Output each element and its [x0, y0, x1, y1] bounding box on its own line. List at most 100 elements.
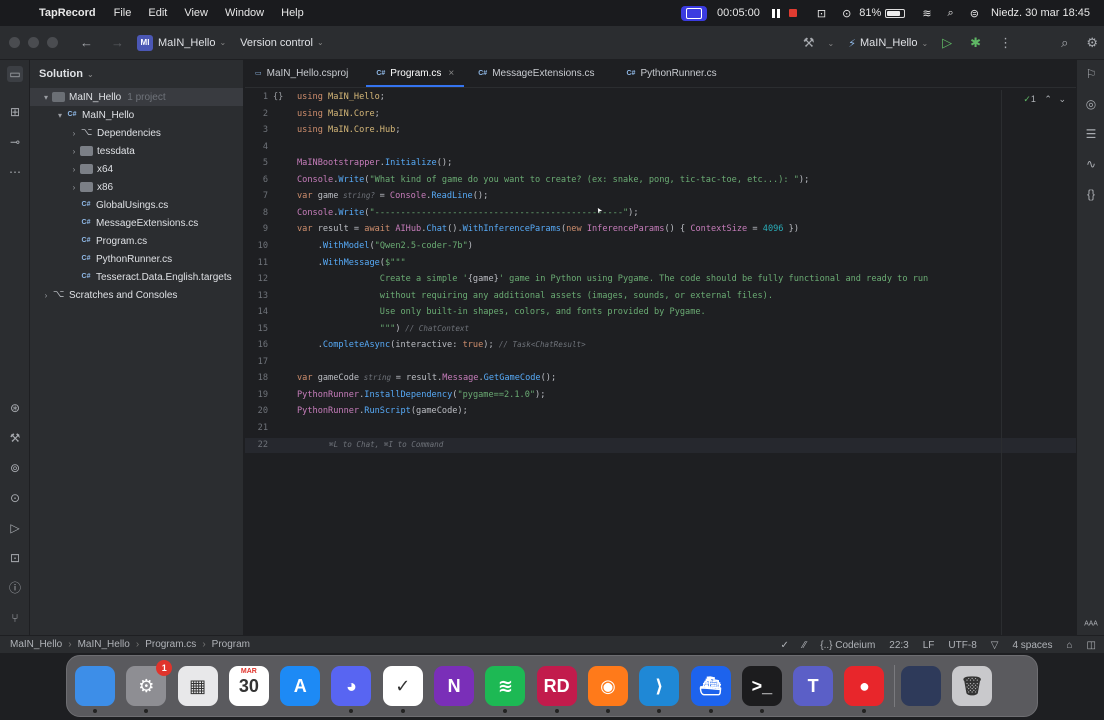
build-hammer-icon[interactable]: ⚒ — [803, 35, 815, 51]
breadcrumb-class[interactable]: Program — [212, 639, 250, 650]
tree-item[interactable]: › ⌥ Dependencies — [30, 124, 243, 142]
search-icon[interactable]: ⌕ — [948, 7, 954, 20]
pause-recording-icon[interactable] — [771, 8, 780, 18]
dock-calendar-icon[interactable]: MAR 30 — [228, 666, 269, 706]
tree-item[interactable]: › x64 — [30, 160, 243, 178]
dock-tasks-icon[interactable]: ✓ — [382, 666, 423, 713]
performance-icon[interactable]: ∿ — [1083, 156, 1099, 172]
dock-docker-icon[interactable]: ⛴ — [690, 666, 731, 713]
breadcrumb-file[interactable]: Program.cs — [145, 639, 196, 650]
tab-main-hello-csproj[interactable]: ▭ MaIN_Hello.csproj — [245, 59, 358, 87]
screen-capture-icon[interactable]: ⊡ — [817, 7, 826, 20]
battery-icon[interactable] — [885, 8, 906, 18]
menu-file[interactable]: File — [114, 7, 132, 19]
more-tools-icon[interactable]: ⋯ — [7, 164, 23, 180]
terminal-icon[interactable]: ⊡ — [7, 550, 23, 566]
run-icon[interactable]: ▷ — [942, 35, 952, 51]
code-with-me-icon[interactable]: {} — [1083, 186, 1099, 202]
wifi-icon[interactable]: ≋ — [922, 7, 931, 20]
problems-icon[interactable]: ⓘ — [7, 580, 23, 596]
dock-terminal-icon[interactable]: >_ — [741, 666, 782, 713]
git-icon[interactable]: ⑂ — [7, 610, 23, 626]
search-icon[interactable]: ⌕ — [1061, 35, 1068, 51]
menu-app-name[interactable]: TapRecord — [39, 7, 96, 19]
tree-item[interactable]: C# GlobalUsings.cs — [30, 196, 243, 214]
dock-discord-icon[interactable]: ◕ — [331, 666, 372, 713]
tree-item[interactable]: C# Tesseract.Data.English.targets — [30, 268, 243, 286]
commit-icon[interactable]: ⊸ — [7, 134, 23, 150]
font-size-icon[interactable]: ᴬᴬᴬ — [1083, 618, 1099, 634]
solution-explorer-icon[interactable]: ▭ — [7, 66, 23, 82]
dock-screenshot-preview-icon[interactable] — [900, 666, 941, 706]
build-icon[interactable]: ⚒ — [7, 430, 23, 446]
dock-app-store-icon[interactable]: A — [280, 666, 321, 706]
debug-icon[interactable]: ✱ — [970, 35, 981, 51]
code-area[interactable]: {} 1 using MaIN_Hello; 2 using MaIN.Core; 3 u… — [245, 90, 1076, 510]
tree-item[interactable]: ▾ C# MaIN_Hello — [30, 106, 243, 124]
tree-item[interactable]: › x86 — [30, 178, 243, 196]
structure-icon[interactable]: ⊞ — [7, 104, 23, 120]
menu-view[interactable]: View — [184, 7, 208, 19]
version-control-menu[interactable]: Version control — [240, 37, 313, 49]
codeium-status[interactable]: {..} Codeium — [820, 640, 875, 651]
back-arrow-icon[interactable]: ← — [80, 35, 93, 50]
close-tab-icon[interactable]: × — [448, 68, 454, 79]
inspection-widget[interactable]: ✓1 ⌃ ⌄ — [1023, 94, 1066, 105]
line-ending[interactable]: LF — [923, 640, 935, 651]
expand-arrow-icon[interactable]: › — [68, 147, 80, 156]
debug-tool-icon[interactable]: ⊚ — [7, 460, 23, 476]
dock-firefox-icon[interactable]: ◉ — [587, 666, 628, 713]
breadcrumb-project[interactable]: MaIN_Hello — [78, 639, 130, 650]
dock-taprecord-icon[interactable]: ● — [844, 666, 885, 713]
services-icon[interactable]: ⊛ — [7, 400, 23, 416]
ai-status-icon[interactable]: ⁄⁄ — [803, 640, 806, 651]
code-fold-icon[interactable]: {} — [273, 92, 283, 102]
tree-item[interactable]: C# MessageExtensions.cs — [30, 214, 243, 232]
lock-icon[interactable]: ⌂ — [1067, 640, 1073, 651]
services-tool-icon[interactable]: ⊙ — [7, 490, 23, 506]
date-time[interactable]: Niedz. 30 mar 18:45 — [991, 7, 1090, 19]
expand-arrow-icon[interactable]: › — [68, 183, 80, 192]
menu-window[interactable]: Window — [225, 7, 264, 19]
menu-help[interactable]: Help — [281, 7, 304, 19]
close-window-button[interactable] — [9, 37, 20, 48]
filter-icon[interactable]: ▽ — [991, 640, 999, 651]
control-center-icon[interactable]: ⊜ — [970, 7, 979, 20]
more-options-icon[interactable]: ⋮ — [999, 35, 1012, 51]
minimize-window-button[interactable] — [28, 37, 39, 48]
recording-indicator-icon[interactable] — [681, 5, 708, 21]
dock-spotify-icon[interactable]: ≋ — [485, 666, 526, 713]
tab-messageextensions-cs[interactable]: C# MessageExtensions.cs — [468, 59, 604, 87]
dock-teams-icon[interactable]: T — [793, 666, 834, 706]
chevron-down-icon[interactable]: ⌄ — [1058, 94, 1066, 104]
encoding[interactable]: UTF-8 — [948, 640, 976, 651]
solution-header[interactable]: Solution ⌄ — [30, 60, 243, 88]
expand-arrow-icon[interactable]: ▾ — [40, 93, 52, 102]
tree-item[interactable]: C# Program.cs — [30, 232, 243, 250]
run-tool-icon[interactable]: ▷ — [7, 520, 23, 536]
play-icon[interactable]: ⊙ — [842, 7, 851, 20]
zoom-window-button[interactable] — [47, 37, 58, 48]
dock-vscode-icon[interactable]: ⟩ — [639, 666, 680, 713]
expand-arrow-icon[interactable]: › — [68, 129, 80, 138]
menu-edit[interactable]: Edit — [148, 7, 167, 19]
ai-assistant-icon[interactable]: ◎ — [1083, 96, 1099, 112]
tree-item[interactable]: › ⌥ Scratches and Consoles — [30, 286, 243, 304]
dock-trash-icon[interactable]: 🗑 — [952, 666, 993, 706]
settings-gear-icon[interactable]: ⚙ — [1086, 35, 1098, 51]
tree-item[interactable]: › tessdata — [30, 142, 243, 160]
dock-onenote-icon[interactable]: N — [434, 666, 475, 706]
cursor-position[interactable]: 22:3 — [889, 640, 908, 651]
indent-setting[interactable]: 4 spaces — [1012, 640, 1052, 651]
tab-pythonrunner-cs[interactable]: C# PythonRunner.cs — [616, 59, 726, 87]
tree-item[interactable]: ▾ MaIN_Hello 1 project — [30, 88, 243, 106]
inspection-status-icon[interactable]: ✓ — [781, 640, 789, 651]
stop-recording-icon[interactable] — [788, 9, 797, 17]
tree-item[interactable]: C# PythonRunner.cs — [30, 250, 243, 268]
dock-rider-icon[interactable]: RD — [536, 666, 577, 713]
dock-launchpad-icon[interactable]: ▦ — [177, 666, 218, 706]
expand-arrow-icon[interactable]: › — [40, 291, 52, 300]
chevron-down-icon[interactable]: ⌄ — [828, 39, 835, 48]
forward-arrow-icon[interactable]: → — [111, 35, 124, 50]
expand-arrow-icon[interactable]: ▾ — [54, 111, 66, 120]
